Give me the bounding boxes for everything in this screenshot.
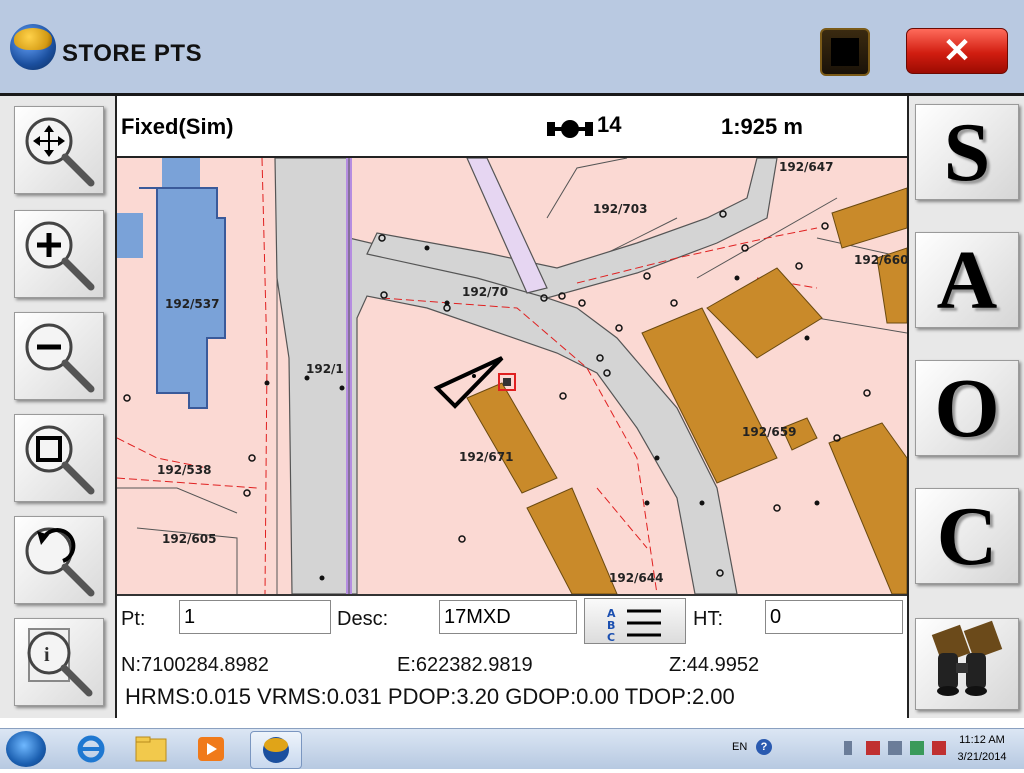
svg-text:i: i (44, 644, 50, 666)
zoom-previous-icon (25, 527, 95, 597)
app-logo-icon (10, 24, 56, 70)
zoom-in-button[interactable] (14, 210, 104, 298)
internet-explorer-icon[interactable] (66, 731, 116, 767)
left-toolbar: i (0, 96, 117, 718)
building-blue (162, 158, 200, 188)
window-title: STORE PTS (62, 40, 203, 67)
pt-label: Pt: (121, 608, 146, 630)
satellite-icon (547, 120, 593, 138)
map-canvas[interactable]: 192/647 192/703 192/660 192/537 192/70 1… (117, 158, 907, 594)
svg-text:C: C (607, 631, 615, 643)
network-icon[interactable] (910, 741, 924, 755)
point-form: Pt: Desc: A B C HT: N:7100284.8982 E:622… (117, 594, 907, 718)
parcel-label: 192/1 (306, 362, 344, 376)
zoom-extents-icon (25, 425, 95, 495)
zoom-out-button[interactable] (14, 312, 104, 400)
parcel-label: 192/538 (157, 463, 211, 477)
survey-app-task[interactable] (250, 731, 302, 769)
pan-magnifier-icon (25, 117, 95, 187)
parcel-label: 192/647 (779, 160, 833, 174)
language-indicator[interactable]: EN (732, 741, 747, 753)
satellite-count: 14 (597, 112, 622, 137)
parcel-label: 192/644 (609, 571, 663, 585)
store-a-button[interactable]: A (915, 232, 1019, 328)
close-button[interactable]: ✕ (906, 28, 1008, 74)
code-list-icon: A B C (607, 607, 661, 644)
battery-icon[interactable] (844, 741, 852, 755)
desc-label: Desc: (337, 608, 389, 630)
parcel-label: 192/605 (162, 532, 216, 546)
clock-time[interactable]: 11:12 AM (952, 734, 1012, 746)
gps-status-bar: Fixed(Sim) 14 1:925 m (117, 98, 907, 158)
code-list-button[interactable]: A B C (584, 598, 686, 644)
binoculars-icon (931, 620, 1003, 696)
store-o-button[interactable]: O (915, 360, 1019, 456)
ht-label: HT: (693, 608, 723, 630)
start-button[interactable] (6, 731, 46, 767)
elevation: Z:44.9952 (669, 654, 760, 676)
parcel-label: 192/703 (593, 202, 647, 216)
zoom-info-button[interactable]: i (14, 618, 104, 706)
clock-date[interactable]: 3/21/2014 (952, 751, 1012, 763)
zoom-extents-button[interactable] (14, 414, 104, 502)
map-view[interactable]: 192/647 192/703 192/660 192/537 192/70 1… (117, 158, 907, 594)
zoom-previous-button[interactable] (14, 516, 104, 604)
precision-readout: HRMS:0.015 VRMS:0.031 PDOP:3.20 GDOP:0.0… (125, 684, 735, 709)
right-toolbar: S A O C (907, 96, 1024, 718)
parcel-label: 192/659 (742, 425, 796, 439)
stop-button[interactable] (820, 28, 870, 76)
help-icon[interactable]: ? (756, 739, 772, 755)
pt-input[interactable] (179, 600, 331, 634)
signal-icon[interactable] (888, 741, 902, 755)
action-center-icon[interactable] (932, 741, 946, 755)
desc-input[interactable] (439, 600, 577, 634)
store-s-button[interactable]: S (915, 104, 1019, 200)
building-blue (117, 213, 143, 258)
zoom-in-icon (25, 221, 95, 291)
zoom-out-icon (25, 323, 95, 393)
easting: E:622382.9819 (397, 654, 533, 676)
parcel-label: 192/660 (854, 253, 907, 267)
system-tray: EN ? 11:12 AM 3/21/2014 (724, 729, 1024, 769)
media-player-icon[interactable] (186, 731, 236, 767)
file-explorer-icon[interactable] (126, 731, 176, 767)
parcel-label: 192/671 (459, 450, 513, 464)
northing: N:7100284.8982 (121, 654, 269, 676)
parcel-label: 192/70 (462, 285, 508, 299)
ht-input[interactable] (765, 600, 903, 634)
parcel-label: 192/537 (165, 297, 219, 311)
volume-muted-icon[interactable] (866, 741, 880, 755)
taskbar: EN ? 11:12 AM 3/21/2014 (0, 728, 1024, 769)
pan-zoom-button[interactable] (14, 106, 104, 194)
binoculars-button[interactable] (915, 618, 1019, 710)
fix-status: Fixed(Sim) (121, 114, 234, 139)
map-scale: 1:925 m (721, 114, 803, 139)
title-bar: STORE PTS ✕ (0, 0, 1024, 96)
store-c-button[interactable]: C (915, 488, 1019, 584)
zoom-info-icon: i (27, 628, 93, 697)
